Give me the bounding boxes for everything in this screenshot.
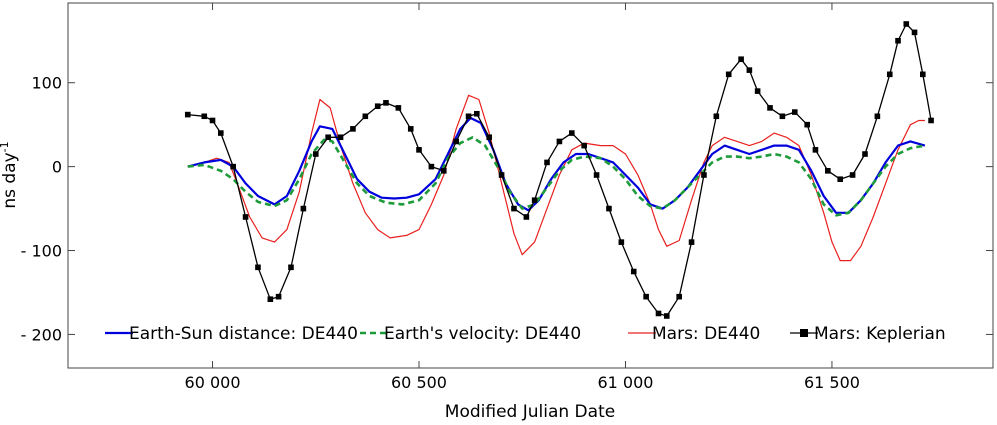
series-marker <box>217 130 224 136</box>
series-marker <box>676 293 682 300</box>
series-marker <box>544 159 550 166</box>
series-marker <box>767 105 773 111</box>
series-line <box>187 116 926 214</box>
series-marker <box>374 103 381 110</box>
series-marker <box>643 293 649 300</box>
series-marker <box>523 214 530 220</box>
series-marker <box>275 293 282 300</box>
legend-item: Earth's velocity: DE440 <box>360 324 581 344</box>
series-marker <box>849 172 856 178</box>
series-marker <box>474 110 480 117</box>
series-marker <box>812 147 819 153</box>
series-marker <box>655 310 662 317</box>
series-marker <box>498 172 505 178</box>
series-3 <box>184 21 934 319</box>
legend: Earth-Sun distance: DE440 Earth's velocit… <box>105 324 946 344</box>
y-axis-title: ns day-1 <box>0 141 20 208</box>
x-tick-label: 61 500 <box>804 373 860 392</box>
series-marker <box>928 117 934 124</box>
series-marker <box>201 113 208 120</box>
series-marker <box>919 71 926 78</box>
series-marker <box>791 109 798 115</box>
chart: 60 000 60 500 61 000 61 500 - 200 - 100 0 100 E… <box>0 2 994 422</box>
series-marker <box>895 37 901 44</box>
series-marker <box>407 126 414 132</box>
series-marker <box>903 21 910 27</box>
series-marker <box>701 172 707 178</box>
series-layer <box>184 21 934 319</box>
series-marker <box>209 117 216 124</box>
series-marker <box>255 264 261 271</box>
legend-item: Earth-Sun distance: DE440 <box>105 324 358 344</box>
plot-frame <box>67 2 994 369</box>
series-marker <box>688 239 695 245</box>
legend-marker <box>800 329 808 337</box>
series-marker <box>606 205 612 212</box>
y-tick-label: - 100 <box>21 242 62 261</box>
series-marker <box>325 134 331 141</box>
series-marker <box>804 121 810 128</box>
x-tick-label: 60 000 <box>185 373 241 392</box>
series-marker <box>184 111 191 118</box>
series-marker <box>465 113 472 120</box>
x-axis-title: Modified Julian Date <box>445 402 615 422</box>
series-marker <box>395 105 402 111</box>
series-marker <box>874 113 881 120</box>
series-marker <box>531 197 538 203</box>
series-marker <box>725 71 732 78</box>
legend-label: Mars: Keplerian <box>814 324 946 344</box>
series-marker <box>312 151 319 157</box>
x-tick-label: 61 000 <box>597 373 653 392</box>
series-marker <box>300 205 307 212</box>
series-marker <box>242 214 249 220</box>
legend-label: Mars: DE440 <box>652 324 760 344</box>
series-marker <box>825 168 831 174</box>
y-tick-label: 0 <box>52 158 62 177</box>
series-marker <box>581 142 587 149</box>
series-marker <box>738 56 744 63</box>
series-marker <box>779 113 786 120</box>
series-0 <box>187 116 926 214</box>
series-marker <box>886 71 893 78</box>
series-marker <box>288 264 294 271</box>
y-axis-title-sup: -1 <box>0 141 11 152</box>
series-marker <box>337 134 344 141</box>
series-marker <box>862 151 868 157</box>
series-marker <box>663 313 670 319</box>
series-marker <box>568 130 575 136</box>
series-marker <box>416 147 422 153</box>
series-marker <box>911 29 918 36</box>
legend-label: Earth-Sun distance: DE440 <box>129 324 358 344</box>
series-marker <box>837 176 844 183</box>
x-tick-label: 60 500 <box>391 373 447 392</box>
legend-item: Mars: DE440 <box>628 324 760 344</box>
series-marker <box>511 205 517 212</box>
series-marker <box>713 113 720 120</box>
series-marker <box>453 138 459 145</box>
series-marker <box>440 168 447 174</box>
series-marker <box>486 134 493 141</box>
series-marker <box>230 163 236 170</box>
y-tick-label: - 200 <box>21 325 62 344</box>
series-marker <box>428 163 435 170</box>
series-marker <box>754 88 761 94</box>
series-marker <box>383 100 389 106</box>
series-marker <box>362 113 369 120</box>
y-tick-label: 100 <box>31 74 62 93</box>
legend-item: Mars: Keplerian <box>790 324 946 344</box>
series-marker <box>350 126 356 132</box>
series-marker <box>556 138 563 145</box>
series-marker <box>267 296 274 302</box>
y-axis-title-main: ns day <box>0 152 20 208</box>
series-marker <box>618 239 625 245</box>
series-marker <box>593 172 600 178</box>
series-marker <box>746 67 753 73</box>
legend-label: Earth's velocity: DE440 <box>384 324 581 344</box>
series-marker <box>630 268 637 275</box>
